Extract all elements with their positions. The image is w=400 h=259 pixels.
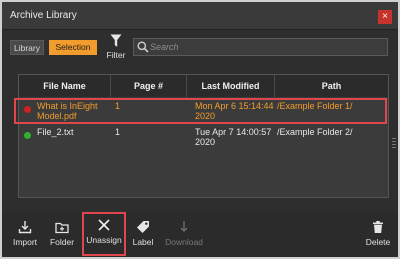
unassign-button[interactable]: Unassign	[82, 212, 126, 256]
delete-label: Delete	[365, 237, 391, 247]
table-header: File Name Page # Last Modified Path	[19, 75, 388, 97]
filter-icon	[110, 34, 122, 47]
page-cell: 1	[115, 101, 121, 111]
folder-icon	[55, 222, 69, 234]
download-label: Download	[165, 237, 203, 247]
file-name-cell: What is InEight Model.pdf	[37, 101, 98, 121]
path-cell: /Example Folder 1/	[277, 101, 353, 111]
file-name-cell: File_2.txt	[37, 127, 74, 137]
unassign-label: Unassign	[86, 235, 122, 245]
table-row[interactable]: File_2.txt 1 Tue Apr 7 14:00:57 2020 /Ex…	[19, 125, 388, 151]
label-button[interactable]: Label	[128, 216, 158, 254]
delete-button[interactable]: Delete	[362, 216, 394, 254]
last-modified-cell: Mon Apr 6 15:14:44 2020	[195, 101, 274, 121]
table-row[interactable]: What is InEight Model.pdf 1 Mon Apr 6 15…	[19, 99, 388, 125]
column-header-path[interactable]: Path	[275, 75, 388, 97]
close-button[interactable]: ×	[378, 10, 392, 24]
library-tab[interactable]: Library	[10, 40, 44, 55]
import-label: Import	[12, 237, 38, 247]
column-header-page[interactable]: Page #	[111, 75, 187, 97]
scrollbar-grip[interactable]	[392, 138, 396, 150]
tag-icon	[137, 221, 149, 233]
page-cell: 1	[115, 127, 121, 137]
title-bar: Archive Library ×	[2, 2, 398, 30]
download-icon	[180, 221, 188, 232]
file-table: File Name Page # Last Modified Path What…	[18, 74, 389, 198]
label-label: Label	[132, 237, 154, 247]
import-button[interactable]: Import	[10, 216, 40, 254]
status-red-icon	[24, 106, 31, 113]
path-cell: /Example Folder 2/	[277, 127, 353, 137]
selection-tab[interactable]: Selection	[49, 40, 97, 55]
search-icon	[137, 41, 149, 53]
close-icon: ×	[382, 11, 388, 22]
status-green-icon	[24, 132, 31, 139]
download-button[interactable]: Download	[162, 216, 206, 254]
folder-button[interactable]: Folder	[46, 216, 78, 254]
search-box[interactable]	[133, 38, 388, 56]
trash-icon	[373, 221, 383, 233]
last-modified-cell: Tue Apr 7 14:00:57 2020	[195, 127, 272, 147]
filter-label: Filter	[106, 50, 126, 60]
folder-label: Folder	[49, 237, 75, 247]
column-header-last-modified[interactable]: Last Modified	[187, 75, 275, 97]
search-input[interactable]	[150, 40, 380, 54]
unassign-x-icon	[98, 219, 110, 231]
import-icon	[18, 221, 32, 234]
filter-button[interactable]: Filter	[104, 32, 128, 62]
archive-library-window: Archive Library × Library Selection Filt…	[0, 0, 400, 259]
bottom-toolbar: Import Folder Unassign Label Download De…	[2, 212, 398, 257]
window-title: Archive Library	[10, 10, 77, 21]
column-header-file-name[interactable]: File Name	[19, 75, 111, 97]
